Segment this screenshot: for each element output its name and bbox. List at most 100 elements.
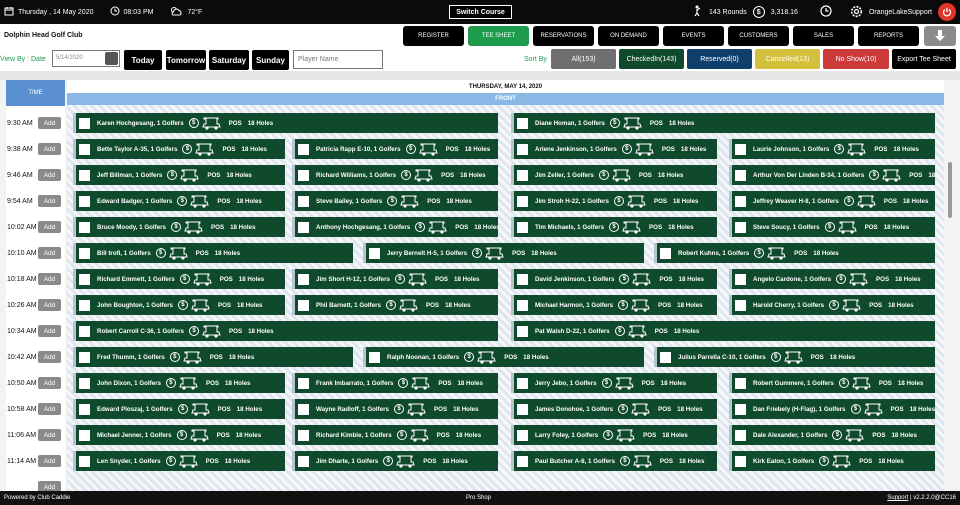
slot-checkbox[interactable] bbox=[298, 403, 309, 415]
slot-checkbox[interactable] bbox=[660, 247, 671, 259]
scrollbar-thumb[interactable] bbox=[948, 162, 952, 218]
slot-checkbox[interactable] bbox=[369, 351, 380, 363]
payment-dollar-icon[interactable]: $ bbox=[609, 118, 620, 128]
payment-dollar-icon[interactable]: $ bbox=[598, 170, 609, 180]
tee-time-slot[interactable]: Jeff Billman, 1 Golfers $ POS 18 Holes bbox=[73, 165, 285, 185]
payment-dollar-icon[interactable]: $ bbox=[472, 248, 483, 258]
add-booking-button[interactable]: Add bbox=[38, 481, 61, 491]
payment-dollar-icon[interactable]: $ bbox=[613, 196, 624, 206]
payment-dollar-icon[interactable]: $ bbox=[614, 326, 625, 336]
payment-dollar-icon[interactable]: $ bbox=[869, 170, 880, 180]
tee-time-slot[interactable]: Harold Cherry, 1 Golfers $ POS 18 Holes bbox=[729, 295, 935, 315]
player-name-input[interactable]: Player Name bbox=[293, 50, 383, 69]
sunday-button[interactable]: Sunday bbox=[252, 50, 289, 70]
payment-dollar-icon[interactable]: $ bbox=[819, 456, 830, 466]
payment-dollar-icon[interactable]: $ bbox=[618, 404, 629, 414]
payment-dollar-icon[interactable]: $ bbox=[165, 378, 176, 388]
tee-time-slot[interactable]: Wayne Radloff, 1 Golfers $ POS 18 Holes bbox=[292, 399, 498, 419]
payment-dollar-icon[interactable]: $ bbox=[834, 144, 845, 154]
payment-dollar-icon[interactable]: $ bbox=[770, 352, 781, 362]
slot-checkbox[interactable] bbox=[298, 221, 309, 233]
payment-dollar-icon[interactable]: $ bbox=[169, 352, 180, 362]
slot-checkbox[interactable] bbox=[79, 351, 90, 363]
nav-events[interactable]: EVENTS bbox=[663, 26, 724, 46]
add-booking-button[interactable]: Add bbox=[38, 273, 61, 285]
tee-time-slot[interactable]: Jim Dharte, 1 Golfers $ POS 18 Holes bbox=[292, 451, 498, 471]
payment-dollar-icon[interactable]: $ bbox=[843, 196, 854, 206]
gear-icon[interactable] bbox=[850, 5, 863, 20]
export-tee-sheet-button[interactable]: Export Tee Sheet bbox=[892, 49, 956, 69]
tee-time-slot[interactable]: Jim Stroh H-22, 1 Golfers $ POS 18 Holes bbox=[511, 191, 717, 211]
slot-checkbox[interactable] bbox=[369, 247, 380, 259]
tee-time-slot[interactable]: James Donohoe, 1 Golfers $ POS 18 Holes bbox=[511, 399, 717, 419]
tee-time-slot[interactable]: Larry Foley, 1 Golfers $ POS 18 Holes bbox=[511, 425, 717, 445]
slot-checkbox[interactable] bbox=[298, 169, 309, 181]
tee-time-slot[interactable]: Jerry Jebo, 1 Golfers $ POS 18 Holes bbox=[511, 373, 717, 393]
payment-dollar-icon[interactable]: $ bbox=[829, 300, 840, 310]
tee-time-slot[interactable]: Bill trofi, 1 Golfers $ POS 18 Holes bbox=[73, 243, 353, 263]
payment-dollar-icon[interactable]: $ bbox=[188, 118, 199, 128]
payment-dollar-icon[interactable]: $ bbox=[850, 404, 861, 414]
slot-checkbox[interactable] bbox=[79, 403, 90, 415]
slot-checkbox[interactable] bbox=[79, 429, 90, 441]
slot-checkbox[interactable] bbox=[517, 221, 528, 233]
slot-checkbox[interactable] bbox=[298, 377, 309, 389]
slot-checkbox[interactable] bbox=[79, 117, 90, 129]
tee-time-slot[interactable]: Angelo Cardone, 1 Golfers $ POS 18 Holes bbox=[729, 269, 935, 289]
payment-dollar-icon[interactable]: $ bbox=[824, 222, 835, 232]
slot-checkbox[interactable] bbox=[517, 117, 528, 129]
slot-checkbox[interactable] bbox=[517, 273, 528, 285]
tee-time-slot[interactable]: Robert Carroll C-36, 1 Golfers $ POS 18 Hol… bbox=[73, 321, 498, 341]
sort-all-button[interactable]: All(153) bbox=[551, 49, 616, 69]
tomorrow-button[interactable]: Tomorrow bbox=[166, 50, 206, 70]
tee-time-slot[interactable]: Kirk Eaton, 1 Golfers $ POS 18 Holes bbox=[729, 451, 935, 471]
tee-time-slot[interactable]: Arthur Von Der Linden B-34, 1 Golfers $ PO… bbox=[729, 165, 935, 185]
payment-dollar-icon[interactable]: $ bbox=[398, 378, 409, 388]
payment-dollar-icon[interactable]: $ bbox=[838, 378, 849, 388]
slot-checkbox[interactable] bbox=[735, 221, 746, 233]
sort-noshow-button[interactable]: No Show(10) bbox=[823, 49, 889, 69]
nav-on-demand[interactable]: ON DEMAND bbox=[598, 26, 659, 46]
add-booking-button[interactable]: Add bbox=[38, 195, 61, 207]
slot-checkbox[interactable] bbox=[735, 299, 746, 311]
slot-checkbox[interactable] bbox=[298, 299, 309, 311]
tee-time-slot[interactable]: Laurie Johnson, 1 Golfers $ POS 18 Holes bbox=[729, 139, 935, 159]
slot-checkbox[interactable] bbox=[517, 143, 528, 155]
tee-time-slot[interactable]: David Jenkinson, 1 Golfers $ POS 18 Holes bbox=[511, 269, 717, 289]
payment-dollar-icon[interactable]: $ bbox=[401, 170, 412, 180]
tee-time-slot[interactable]: Richard Williams, 1 Golfers $ POS 18 Holes bbox=[292, 165, 498, 185]
tee-time-slot[interactable]: Julius Parrella C-10, 1 Golfers $ POS 18 Ho… bbox=[654, 347, 935, 367]
slot-checkbox[interactable] bbox=[517, 377, 528, 389]
slot-checkbox[interactable] bbox=[79, 247, 90, 259]
nav-customers[interactable]: CUSTOMERS bbox=[728, 26, 789, 46]
history-clock-icon[interactable] bbox=[820, 5, 832, 19]
tee-time-slot[interactable]: Edward Ploszaj, 1 Golfers $ POS 18 Holes bbox=[73, 399, 285, 419]
tee-time-slot[interactable]: Jim Zeller, 1 Golfers $ POS 18 Holes bbox=[511, 165, 717, 185]
slot-checkbox[interactable] bbox=[298, 143, 309, 155]
user-name[interactable]: OrangeLakeSupport bbox=[869, 9, 932, 16]
payment-dollar-icon[interactable]: $ bbox=[176, 430, 187, 440]
nav-register[interactable]: REGISTER bbox=[403, 26, 464, 46]
payment-dollar-icon[interactable]: $ bbox=[621, 144, 632, 154]
payment-dollar-icon[interactable]: $ bbox=[464, 352, 475, 362]
payment-dollar-icon[interactable]: $ bbox=[383, 456, 394, 466]
slot-checkbox[interactable] bbox=[517, 455, 528, 467]
tee-time-slot[interactable]: Diane Homan, 1 Golfers $ POS 18 Holes bbox=[511, 113, 935, 133]
tee-time-slot[interactable]: Michael Harmon, 1 Golfers $ POS 18 Holes bbox=[511, 295, 717, 315]
tee-time-slot[interactable]: Bruce Moody, 1 Golfers $ POS 18 Holes bbox=[73, 217, 285, 237]
payment-dollar-icon[interactable]: $ bbox=[165, 456, 176, 466]
add-booking-button[interactable]: Add bbox=[38, 169, 61, 181]
slot-checkbox[interactable] bbox=[79, 299, 90, 311]
payment-dollar-icon[interactable]: $ bbox=[836, 274, 847, 284]
slot-checkbox[interactable] bbox=[660, 351, 671, 363]
slot-checkbox[interactable] bbox=[298, 273, 309, 285]
slot-checkbox[interactable] bbox=[735, 143, 746, 155]
payment-dollar-icon[interactable]: $ bbox=[618, 300, 629, 310]
tee-time-slot[interactable]: Karen Hochgesang, 1 Golfers $ POS 18 Holes bbox=[73, 113, 498, 133]
nav-sales[interactable]: SALES bbox=[793, 26, 854, 46]
payment-dollar-icon[interactable]: $ bbox=[396, 430, 407, 440]
payment-dollar-icon[interactable]: $ bbox=[394, 274, 405, 284]
tee-time-slot[interactable]: Dan Friebely (H-Flag), 1 Golfers $ POS 18 H… bbox=[729, 399, 935, 419]
add-booking-button[interactable]: Add bbox=[38, 247, 61, 259]
slot-checkbox[interactable] bbox=[79, 169, 90, 181]
